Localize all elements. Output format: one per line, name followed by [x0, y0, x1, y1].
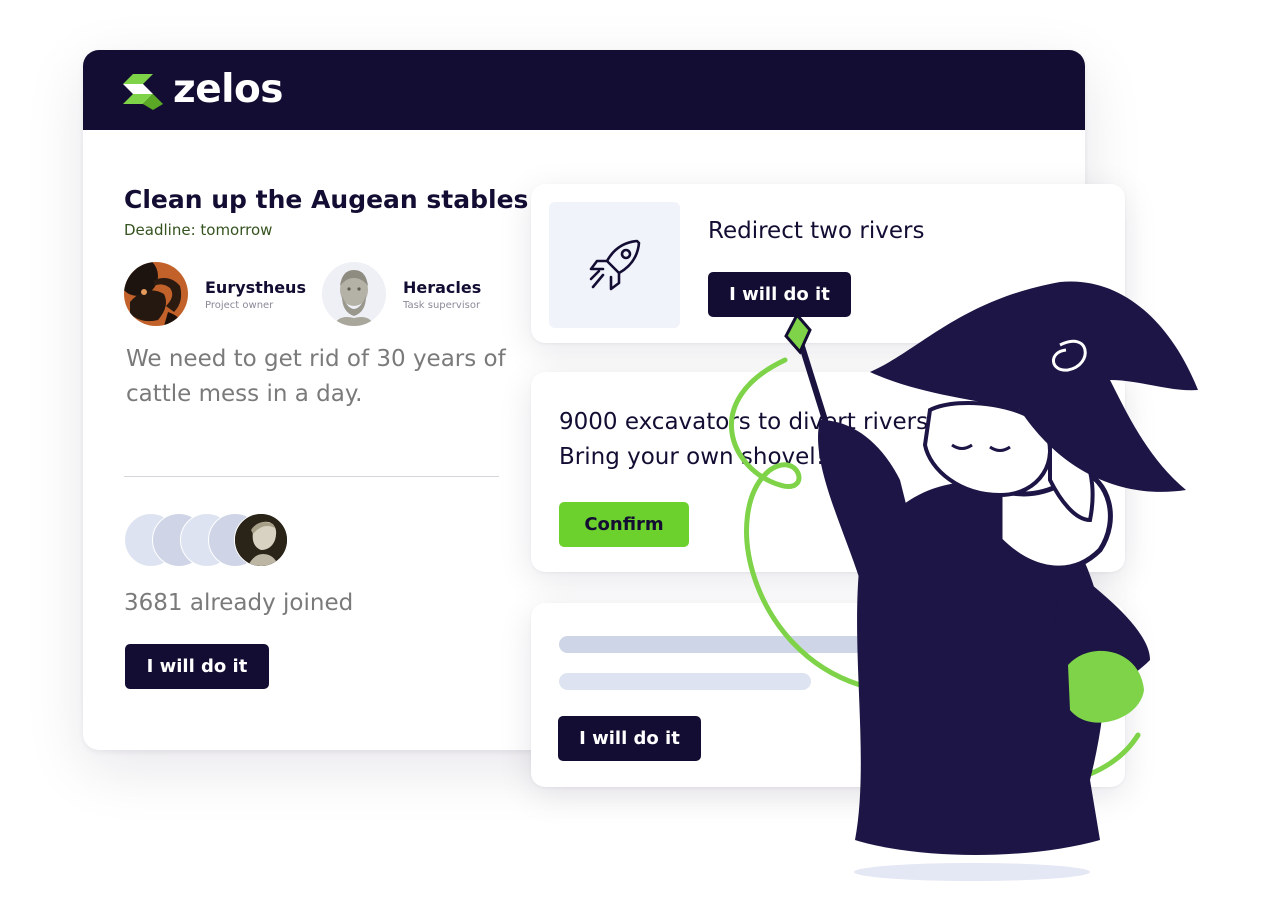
- card-text-line: 9000 excavators to divert rivers.: [559, 409, 936, 435]
- task-deadline: Deadline: tomorrow: [124, 221, 273, 239]
- confirm-button[interactable]: Confirm: [559, 502, 689, 547]
- i-will-do-it-button[interactable]: I will do it: [558, 716, 701, 761]
- app-header: zelos: [83, 50, 1085, 130]
- i-will-do-it-button[interactable]: I will do it: [125, 644, 269, 689]
- task-card-redirect-rivers[interactable]: Redirect two rivers I will do it: [531, 184, 1125, 343]
- task-card-excavators[interactable]: 9000 excavators to divert rivers. Bring …: [531, 372, 1125, 572]
- card-text-line: Bring your own shovel!: [559, 444, 825, 470]
- person-role: Task supervisor: [403, 299, 481, 311]
- person-supervisor[interactable]: Heracles Task supervisor: [322, 262, 481, 326]
- skeleton-line: [559, 673, 811, 690]
- person-owner[interactable]: Eurystheus Project owner: [124, 262, 306, 326]
- zelos-logo[interactable]: zelos: [123, 67, 284, 112]
- participant-avatar: [234, 513, 288, 567]
- brand-name: zelos: [173, 67, 284, 112]
- task-description: We need to get rid of 30 years of cattle…: [126, 346, 506, 407]
- person-name: Heracles: [403, 277, 482, 297]
- person-role: Project owner: [205, 299, 274, 311]
- task-title: Clean up the Augean stables: [124, 185, 529, 214]
- card-text: 9000 excavators to divert rivers. Bring …: [559, 405, 935, 475]
- divider: [124, 476, 499, 477]
- joined-avatars[interactable]: [124, 512, 294, 568]
- skeleton-line: [559, 636, 909, 653]
- joined-count: 3681 already joined: [124, 590, 354, 616]
- statue-avatar: [322, 262, 386, 326]
- rocket-icon-box: [549, 202, 680, 328]
- i-will-do-it-button[interactable]: I will do it: [708, 272, 851, 317]
- card-title: Redirect two rivers: [708, 218, 925, 244]
- task-card-placeholder[interactable]: I will do it: [531, 603, 1125, 787]
- zelos-logo-mark-icon: [123, 73, 163, 110]
- portrait-avatar: [124, 262, 188, 326]
- person-name: Eurystheus: [205, 277, 306, 297]
- rocket-icon: [589, 239, 640, 291]
